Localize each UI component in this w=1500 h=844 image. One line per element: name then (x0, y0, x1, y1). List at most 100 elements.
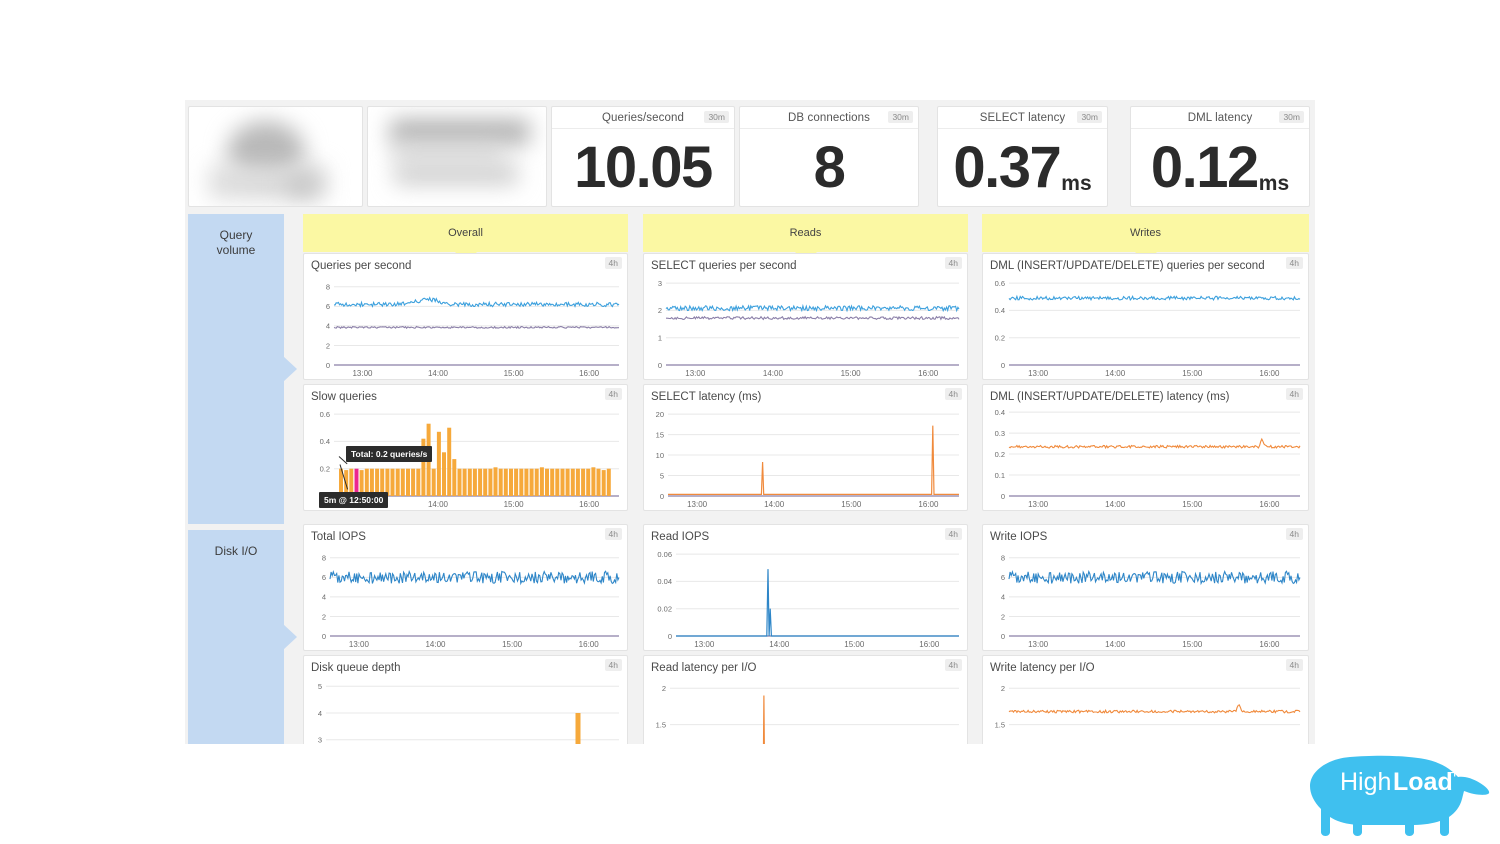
graph-plot-area[interactable]: 0 2 4 6 8 13:00 14:00 15:00 16:00 (304, 273, 627, 379)
graph-panel-disk-queue-depth-graph[interactable]: Disk queue depth4h2345 (303, 655, 628, 744)
x-axis-tick: 13:00 (352, 369, 373, 378)
graph-panel-total-iops-graph[interactable]: Total IOPS 4h 0 2 4 6 8 13:00 14:00 15:00 16:00 (303, 524, 628, 651)
graph-panel-read-iops-graph[interactable]: Read IOPS 4h 0 0.02 0.04 0.06 13:00 14:00 15:00 1… (643, 524, 968, 651)
graph-range-badge[interactable]: 4h (1285, 659, 1303, 671)
graph-range-badge[interactable]: 4h (944, 659, 962, 671)
stat-range-badge[interactable]: 30m (1279, 111, 1304, 123)
graph-panel-select-queries-per-second-graph[interactable]: SELECT queries per second 4h 0 1 2 3 13:00 14:0… (643, 253, 968, 380)
bar[interactable] (524, 468, 529, 496)
bar[interactable] (575, 468, 580, 496)
bar[interactable] (436, 431, 441, 496)
bar[interactable] (406, 468, 410, 496)
bar[interactable] (591, 467, 596, 496)
bar[interactable] (601, 470, 606, 496)
bar[interactable] (545, 468, 549, 496)
bar[interactable] (431, 468, 436, 496)
graph-range-badge[interactable]: 4h (1285, 257, 1303, 269)
bar[interactable] (581, 468, 586, 496)
bar[interactable] (606, 468, 611, 496)
bar[interactable] (570, 468, 575, 496)
graph-range-badge[interactable]: 4h (1285, 528, 1303, 540)
bar[interactable] (565, 468, 570, 496)
bar[interactable] (493, 467, 498, 496)
graph-plot-area[interactable]: 2345 (304, 675, 627, 744)
graph-range-badge[interactable]: 4h (604, 388, 622, 400)
y-axis-tick: 5 (660, 471, 664, 480)
graph-plot-area[interactable]: 0 5 10 15 20 13:00 14:00 15:00 16:00 (644, 404, 967, 510)
graph-panel-queries-per-second-graph[interactable]: Queries per second 4h 0 2 4 6 8 13:00 14:00 15:00… (303, 253, 628, 380)
bar[interactable] (483, 468, 488, 496)
stat-range-badge[interactable]: 30m (1077, 111, 1102, 123)
x-axis-tick: 16:00 (579, 500, 600, 509)
graph-plot-area[interactable]: 0 0.2 0.4 0.6 13:00 14:00 15:00 16:00 (983, 273, 1308, 379)
bar[interactable] (400, 468, 405, 496)
blurred-panel-1[interactable] (188, 106, 363, 207)
graph-panel-read-latency-per-io-graph[interactable]: Read latency per I/O 4h 11.52 (643, 655, 968, 744)
bar[interactable] (472, 468, 477, 496)
bar[interactable] (478, 468, 483, 496)
graph-panel-write-iops-graph[interactable]: Write IOPS 4h 0 2 4 6 8 13:00 14:00 15:00 16:00 (982, 524, 1309, 651)
bar[interactable] (390, 468, 395, 496)
bar[interactable] (447, 427, 452, 496)
y-axis-tick: 2 (658, 306, 662, 315)
bar[interactable] (488, 468, 493, 496)
graph-range-badge[interactable]: 4h (944, 257, 962, 269)
bar[interactable] (555, 468, 560, 496)
y-axis-tick: 0.3 (995, 429, 1005, 438)
stat-card-select-latency[interactable]: SELECT latency 30m 0.37 ms (937, 106, 1108, 207)
bar[interactable] (503, 468, 508, 496)
bar[interactable] (509, 468, 513, 496)
graph-panel-dml-queries-per-second-graph[interactable]: DML (INSERT/UPDATE/DELETE) queries per s… (982, 253, 1309, 380)
y-axis-tick: 0 (658, 361, 662, 370)
graph-range-badge[interactable]: 4h (604, 257, 622, 269)
bar[interactable] (416, 468, 421, 496)
bar[interactable] (514, 468, 519, 496)
bar[interactable] (596, 468, 601, 496)
graph-plot-area[interactable]: 0 2 4 6 8 13:00 14:00 15:00 16:00 (983, 544, 1308, 650)
blurred-panel-2[interactable] (367, 106, 547, 207)
graph-range-badge[interactable]: 4h (1285, 388, 1303, 400)
bar[interactable] (442, 452, 446, 496)
graph-panel-header: Read IOPS 4h (644, 525, 967, 544)
graph-range-badge[interactable]: 4h (604, 528, 622, 540)
graph-range-badge[interactable]: 4h (604, 659, 622, 671)
bar[interactable] (457, 468, 462, 496)
graph-plot-area[interactable]: 11.52 (983, 675, 1308, 744)
graph-plot-area[interactable]: 0 0.02 0.04 0.06 13:00 14:00 15:00 16:00 (644, 544, 967, 650)
y-axis-tick: 0.4 (995, 408, 1005, 417)
graph-panel-header: Write IOPS 4h (983, 525, 1308, 544)
graph-plot-area[interactable]: 0 2 4 6 8 13:00 14:00 15:00 16:00 (304, 544, 627, 650)
x-axis-tick: 16:00 (579, 369, 600, 378)
stat-card-body: 0.12 ms (1131, 129, 1309, 208)
bar[interactable] (550, 468, 555, 496)
stat-range-badge[interactable]: 30m (888, 111, 913, 123)
graph-range-badge[interactable]: 4h (944, 388, 962, 400)
column-header-reads: Reads (643, 214, 968, 263)
stat-card-db-connections[interactable]: DB connections 30m 8 (739, 106, 919, 207)
graph-panel-dml-latency-graph[interactable]: DML (INSERT/UPDATE/DELETE) latency (ms) 4… (982, 384, 1309, 511)
bar[interactable] (560, 468, 565, 496)
graph-range-badge[interactable]: 4h (944, 528, 962, 540)
bar[interactable] (529, 468, 534, 496)
graph-plot-area[interactable]: 0 0.1 0.2 0.3 0.4 13:00 14:00 15:00 16:00 (983, 404, 1308, 510)
graph-panel-write-latency-per-io-graph[interactable]: Write latency per I/O 4h 11.52 (982, 655, 1309, 744)
stat-card-queries-per-second[interactable]: Queries/second 30m 10.05 (551, 106, 735, 207)
bar[interactable] (498, 468, 503, 496)
bar[interactable] (534, 468, 539, 496)
bar-spike[interactable] (575, 713, 581, 744)
bar[interactable] (395, 468, 400, 496)
stat-range-badge[interactable]: 30m (704, 111, 729, 123)
graph-panel-header: Disk queue depth 4h (304, 656, 627, 675)
bar[interactable] (411, 468, 416, 496)
bar[interactable] (586, 468, 591, 496)
bar[interactable] (452, 459, 457, 496)
graph-plot-area[interactable]: 0 1 2 3 13:00 14:00 15:00 16:00 (644, 273, 967, 379)
bar[interactable] (519, 468, 524, 496)
bar[interactable] (467, 468, 472, 496)
graph-panel-select-latency-graph[interactable]: SELECT latency (ms) 4h 0 5 10 15 20 13:00 14:00 1… (643, 384, 968, 511)
stat-card-dml-latency[interactable]: DML latency 30m 0.12 ms (1130, 106, 1310, 207)
bar[interactable] (539, 467, 544, 496)
bar[interactable] (462, 468, 467, 496)
column-header-writes: Writes (982, 214, 1309, 263)
graph-plot-area[interactable]: 11.52 (644, 675, 967, 744)
